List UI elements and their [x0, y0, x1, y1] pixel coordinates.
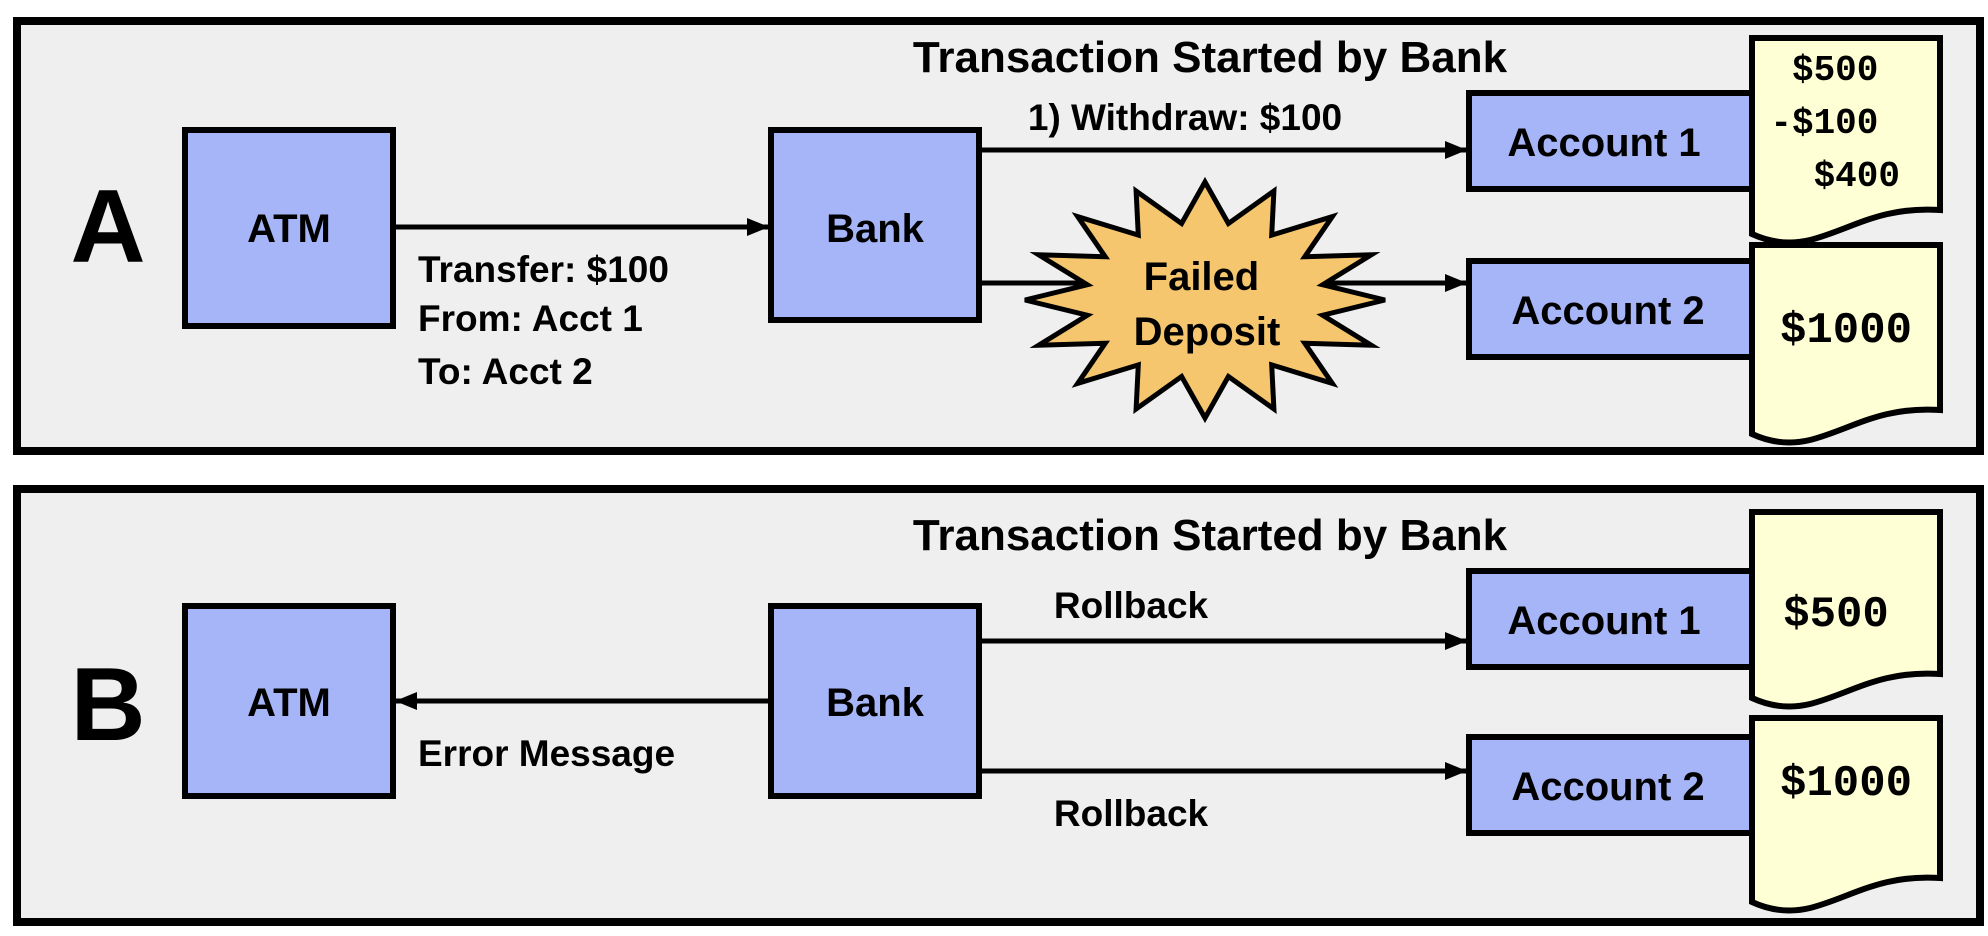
bank-label: Bank — [826, 207, 925, 251]
transfer-line: To: Acct 2 — [418, 351, 593, 392]
failure-line: Deposit — [1134, 310, 1281, 354]
ledger-line: $400 — [1814, 156, 1900, 197]
atm-label: ATM — [247, 207, 331, 251]
account2-label: Account 2 — [1511, 289, 1704, 333]
failure-burst-icon — [1024, 176, 1386, 424]
panel-b: B Transaction Started by Bank ATM Bank E… — [13, 485, 1984, 926]
account1-ledger: $500 — [1783, 590, 1889, 640]
panel-letter: A — [70, 169, 145, 285]
atm-label: ATM — [247, 681, 331, 725]
account1-label: Account 1 — [1507, 599, 1700, 643]
account1-box: Account 1 — [1466, 568, 1757, 670]
panel-title: Transaction Started by Bank — [913, 33, 1508, 82]
panel-a: A Transaction Started by Bank ATM Bank T… — [13, 17, 1984, 455]
account2-label: Account 2 — [1511, 765, 1704, 809]
atm-box: ATM — [182, 127, 396, 329]
account2-ledger: $1000 — [1780, 759, 1912, 809]
bank-label: Bank — [826, 681, 925, 725]
transfer-line: Transfer: $100 — [418, 249, 669, 290]
failure-line: Failed — [1144, 255, 1260, 299]
bank-box: Bank — [768, 127, 982, 323]
ledger-line: $500 — [1792, 50, 1878, 91]
atm-box: ATM — [182, 603, 396, 799]
account1-box: Account 1 — [1466, 90, 1757, 192]
rollback-label-2: Rollback — [1054, 793, 1209, 834]
transaction-diagram: A Transaction Started by Bank ATM Bank T… — [13, 17, 1984, 926]
account2-ledger: $1000 — [1780, 306, 1912, 356]
bank-box: Bank — [768, 603, 982, 799]
transfer-line: From: Acct 1 — [418, 298, 643, 339]
withdraw-label: 1) Withdraw: $100 — [1028, 97, 1342, 138]
account2-box: Account 2 — [1466, 258, 1757, 360]
rollback-label-1: Rollback — [1054, 585, 1209, 626]
panel-letter: B — [70, 647, 145, 763]
account2-box: Account 2 — [1466, 734, 1757, 836]
ledger-line: -$100 — [1770, 103, 1878, 144]
account2-ledger-document: $1000 — [1749, 242, 1943, 446]
account1-label: Account 1 — [1507, 121, 1700, 165]
account1-ledger-document: $500 -$100 $400 — [1749, 35, 1943, 246]
error-label: Error Message — [418, 733, 675, 774]
panel-title: Transaction Started by Bank — [913, 511, 1508, 560]
